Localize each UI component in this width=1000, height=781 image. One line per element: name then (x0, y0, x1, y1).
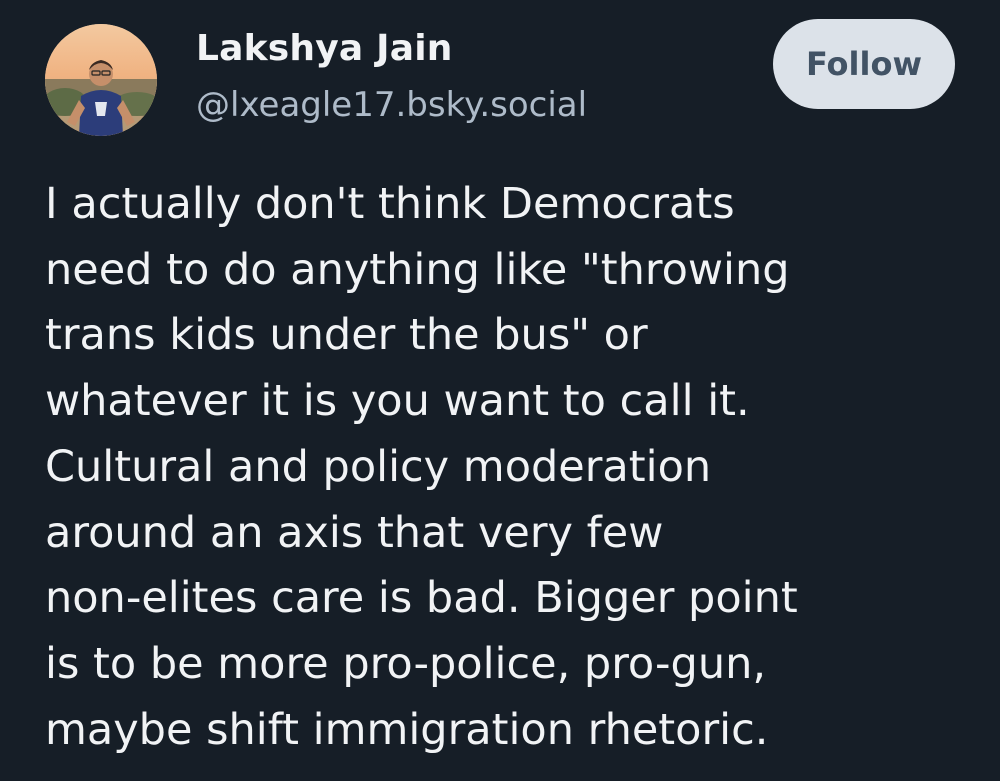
post-text-line: is to be more pro-police, pro-gun, (45, 638, 767, 689)
post-card: Lakshya Jain @lxeagle17.bsky.social Foll… (0, 0, 1000, 781)
post-text-line: maybe shift immigration rhetoric. (45, 704, 769, 755)
avatar-photo-icon (45, 24, 157, 136)
post-text-line: need to do anything like "throwing (45, 244, 790, 295)
post-text-line: around an axis that very few (45, 507, 664, 558)
post-text-line: whatever it is you want to call it. (45, 376, 750, 427)
post-text: I actually don't think Democrats need to… (45, 172, 985, 763)
follow-button[interactable]: Follow (773, 19, 955, 109)
post-text-line: Cultural and policy moderation (45, 441, 712, 492)
author-avatar[interactable] (45, 24, 157, 136)
post-text-line: trans kids under the bus" or (45, 310, 648, 361)
post-text-line: I actually don't think Democrats (45, 179, 735, 229)
post-text-line: non-elites care is bad. Bigger point (45, 573, 798, 624)
author-name[interactable]: Lakshya Jain (196, 28, 453, 69)
author-handle[interactable]: @lxeagle17.bsky.social (196, 85, 587, 125)
